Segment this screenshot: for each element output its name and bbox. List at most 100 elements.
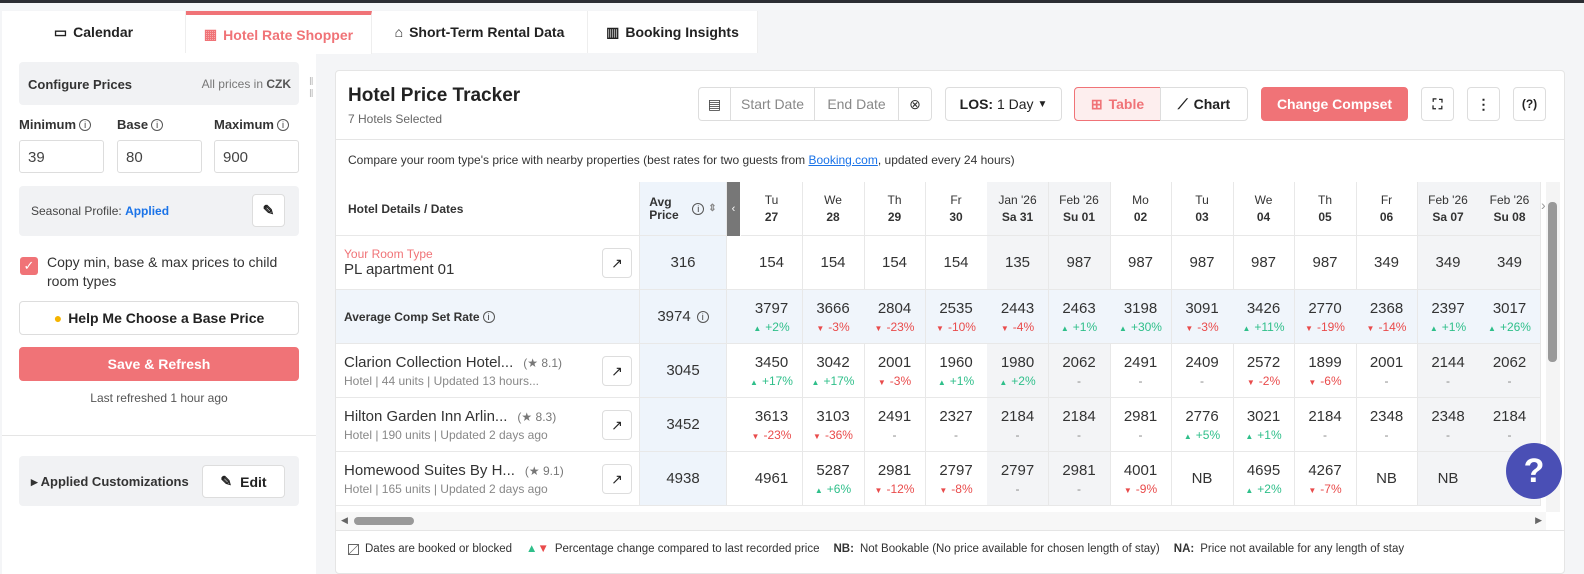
tab-booking-insights[interactable]: ▥ Booking Insights bbox=[588, 11, 758, 53]
price-cell[interactable]: 2776 ▲ +5% bbox=[1171, 398, 1234, 452]
price-cell[interactable]: 2184 - bbox=[1048, 398, 1111, 452]
price-cell[interactable]: NB bbox=[1356, 452, 1418, 506]
price-cell[interactable]: 2327 - bbox=[925, 398, 988, 452]
sort-icon[interactable]: ⇕ bbox=[708, 203, 716, 214]
base-price-input[interactable]: 80 bbox=[117, 140, 202, 173]
price-cell[interactable]: 2981 - bbox=[1110, 398, 1172, 452]
price-cell[interactable]: 3198 ▲ +30% bbox=[1110, 290, 1172, 344]
price-cell[interactable]: 3613 ▼ -23% bbox=[741, 398, 803, 452]
help-chat-button[interactable]: ? bbox=[1506, 443, 1562, 499]
price-cell[interactable]: 3426 ▲ +11% bbox=[1233, 290, 1295, 344]
help-choose-base-price-button[interactable]: ● Help Me Choose a Base Price bbox=[19, 301, 299, 335]
price-cell[interactable]: 2804 ▼ -23% bbox=[864, 290, 926, 344]
maximum-price-input[interactable]: 900 bbox=[214, 140, 299, 173]
price-cell[interactable]: 3666 ▼ -3% bbox=[802, 290, 865, 344]
horizontal-scrollbar[interactable]: ◀ ▶ bbox=[336, 512, 1546, 530]
price-cell[interactable]: 2062 - bbox=[1479, 344, 1541, 398]
scroll-dates-left-button[interactable]: ‹ bbox=[727, 182, 740, 236]
calendar-icon[interactable]: ▤ bbox=[699, 88, 731, 120]
price-cell[interactable]: 135 bbox=[987, 236, 1049, 290]
price-cell[interactable]: 3021 ▲ +1% bbox=[1233, 398, 1295, 452]
price-cell[interactable]: 2463 ▲ +1% bbox=[1048, 290, 1111, 344]
price-cell[interactable]: 2062 - bbox=[1048, 344, 1111, 398]
price-cell[interactable]: 349 bbox=[1356, 236, 1418, 290]
more-options-button[interactable]: ⋮ bbox=[1467, 87, 1500, 121]
price-cell[interactable]: 2001 - bbox=[1356, 344, 1418, 398]
price-cell[interactable]: 3450 ▲ +17% bbox=[741, 344, 803, 398]
price-cell[interactable]: 154 bbox=[925, 236, 988, 290]
price-cell[interactable]: 2184 - bbox=[1294, 398, 1357, 452]
open-external-icon[interactable]: ↗ bbox=[602, 356, 632, 386]
tab-hotel-rate-shopper[interactable]: ▦ Hotel Rate Shopper bbox=[186, 11, 372, 54]
price-cell[interactable]: 4267 ▼ -7% bbox=[1294, 452, 1357, 506]
minimum-price-input[interactable]: 39 bbox=[19, 140, 104, 173]
price-cell[interactable]: 2797 - bbox=[987, 452, 1049, 506]
open-external-icon[interactable]: ↗ bbox=[602, 410, 632, 440]
price-cell[interactable]: 4001 ▼ -9% bbox=[1110, 452, 1172, 506]
price-cell[interactable]: 4961 bbox=[741, 452, 803, 506]
change-compset-button[interactable]: Change Compset bbox=[1261, 87, 1408, 121]
booking-com-link[interactable]: Booking.com bbox=[808, 153, 877, 167]
table-view-button[interactable]: ⊞ Table bbox=[1074, 87, 1161, 121]
price-cell[interactable]: 2491 - bbox=[1110, 344, 1172, 398]
price-cell[interactable]: 1899 ▼ -6% bbox=[1294, 344, 1357, 398]
price-cell[interactable]: 2535 ▼ -10% bbox=[925, 290, 988, 344]
applied-customizations-toggle[interactable]: ▸ Applied Customizations bbox=[31, 474, 189, 490]
price-cell[interactable]: 4695 ▲ +2% bbox=[1233, 452, 1295, 506]
hotel-name[interactable]: Hilton Garden Inn Arlin... bbox=[344, 408, 507, 425]
price-cell[interactable]: 154 bbox=[741, 236, 803, 290]
price-cell[interactable]: 2368 ▼ -14% bbox=[1356, 290, 1418, 344]
price-cell[interactable]: NB bbox=[1417, 452, 1480, 506]
hotel-name[interactable]: Homewood Suites By H... bbox=[344, 462, 515, 479]
scroll-left-icon[interactable]: ◀ bbox=[341, 515, 348, 526]
copy-prices-checkbox[interactable]: ✓ bbox=[20, 257, 38, 275]
price-cell[interactable]: NB bbox=[1171, 452, 1234, 506]
avg-price-header[interactable]: Avg Price i ⇕ bbox=[640, 182, 727, 236]
price-cell[interactable]: 5287 ▲ +6% bbox=[802, 452, 865, 506]
horizontal-scroll-thumb[interactable] bbox=[354, 517, 414, 525]
tab-short-term-rental-data[interactable]: ⌂ Short-Term Rental Data bbox=[372, 11, 588, 53]
price-cell[interactable]: 2443 ▼ -4% bbox=[987, 290, 1049, 344]
price-cell[interactable]: 2409 - bbox=[1171, 344, 1234, 398]
price-cell[interactable]: 987 bbox=[1171, 236, 1234, 290]
clear-dates-icon[interactable]: ⊗ bbox=[899, 88, 931, 120]
price-cell[interactable]: 1960 ▲ +1% bbox=[925, 344, 988, 398]
fullscreen-button[interactable]: ⛶ bbox=[1421, 87, 1454, 121]
price-cell[interactable]: 2001 ▼ -3% bbox=[864, 344, 926, 398]
end-date-input[interactable]: End Date bbox=[815, 88, 899, 120]
scroll-right-icon[interactable]: ▶ bbox=[1535, 515, 1542, 526]
open-external-icon[interactable]: ↗ bbox=[602, 248, 632, 278]
hotel-name[interactable]: Clarion Collection Hotel... bbox=[344, 354, 513, 371]
panel-resize-handle[interactable]: ‖ ‖ bbox=[309, 76, 316, 100]
price-cell[interactable]: 2981 - bbox=[1048, 452, 1111, 506]
edit-customizations-button[interactable]: ✎ Edit bbox=[202, 465, 285, 498]
tab-calendar[interactable]: ▭ Calendar bbox=[2, 11, 186, 53]
price-cell[interactable]: 3103 ▼ -36% bbox=[802, 398, 865, 452]
open-external-icon[interactable]: ↗ bbox=[602, 464, 632, 494]
vertical-scroll-thumb[interactable] bbox=[1548, 202, 1557, 362]
price-cell[interactable]: 349 bbox=[1417, 236, 1480, 290]
price-cell[interactable]: 987 bbox=[1294, 236, 1357, 290]
price-cell[interactable]: 3797 ▲ +2% bbox=[741, 290, 803, 344]
price-cell[interactable]: 2144 - bbox=[1417, 344, 1480, 398]
price-cell[interactable]: 3091 ▼ -3% bbox=[1171, 290, 1234, 344]
chart-view-button[interactable]: ⟋ Chart bbox=[1160, 87, 1248, 121]
start-date-input[interactable]: Start Date bbox=[731, 88, 815, 120]
price-cell[interactable]: 154 bbox=[802, 236, 865, 290]
price-cell[interactable]: 2770 ▼ -19% bbox=[1294, 290, 1357, 344]
price-cell[interactable]: 2797 ▼ -8% bbox=[925, 452, 988, 506]
price-cell[interactable]: 2397 ▲ +1% bbox=[1417, 290, 1480, 344]
los-dropdown[interactable]: LOS: 1 Day ▼ bbox=[945, 87, 1062, 121]
price-cell[interactable]: 987 bbox=[1110, 236, 1172, 290]
edit-seasonal-profile-button[interactable]: ✎ bbox=[252, 194, 285, 227]
price-cell[interactable]: 154 bbox=[864, 236, 926, 290]
price-cell[interactable]: 1980 ▲ +2% bbox=[987, 344, 1049, 398]
help-button[interactable]: (?) bbox=[1513, 87, 1546, 121]
price-cell[interactable]: 2572 ▼ -2% bbox=[1233, 344, 1295, 398]
price-cell[interactable]: 2184 - bbox=[987, 398, 1049, 452]
price-cell[interactable]: 987 bbox=[1233, 236, 1295, 290]
price-cell[interactable]: 2348 - bbox=[1417, 398, 1480, 452]
price-cell[interactable]: 2981 ▼ -12% bbox=[864, 452, 926, 506]
scroll-dates-right-icon[interactable]: › bbox=[1541, 197, 1546, 213]
price-cell[interactable]: 3017 ▲ +26% bbox=[1479, 290, 1541, 344]
